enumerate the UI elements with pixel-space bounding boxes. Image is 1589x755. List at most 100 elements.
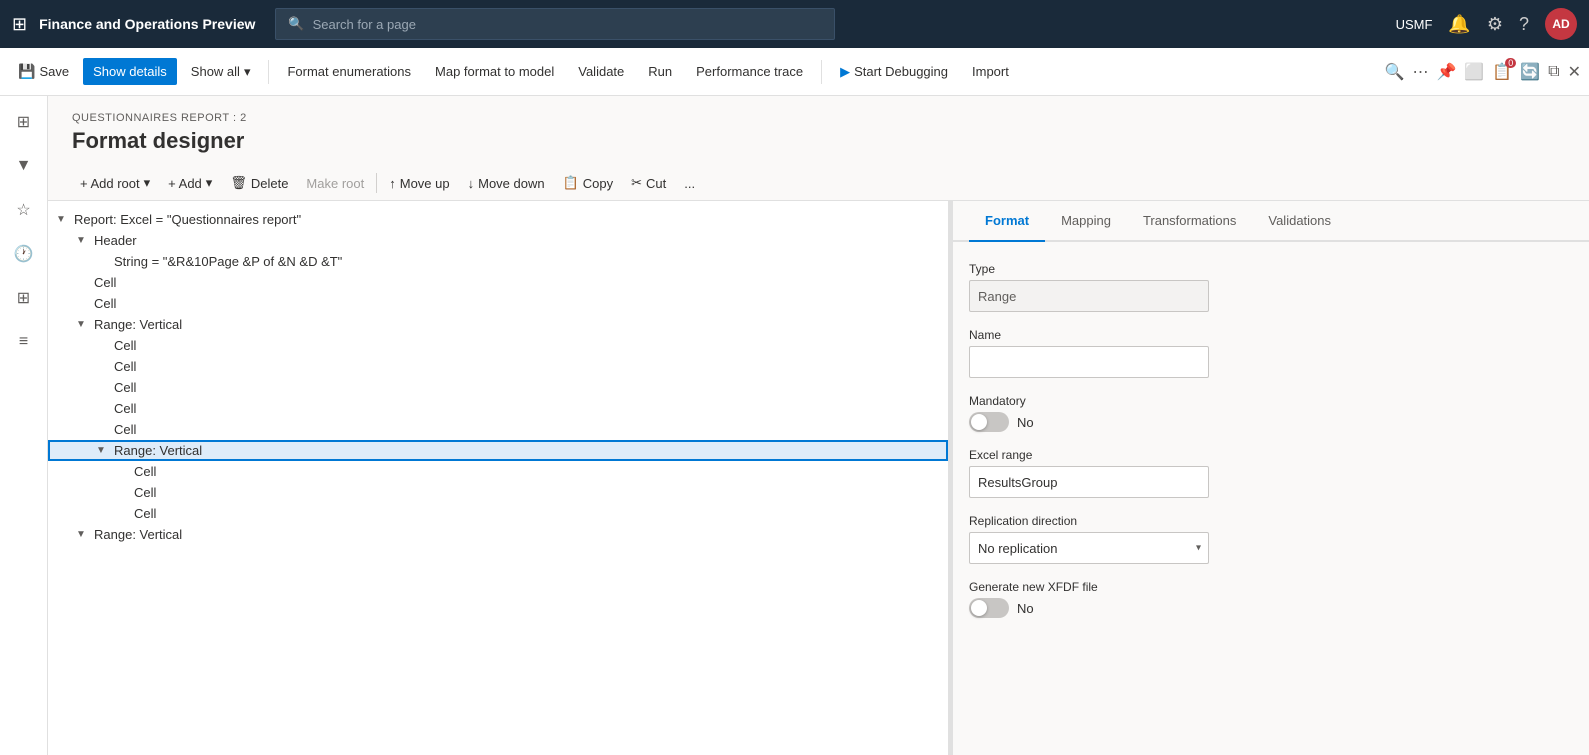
tree-toggle[interactable]: ▼ (76, 319, 92, 330)
start-debugging-button[interactable]: ▶ Start Debugging (830, 58, 958, 86)
mandatory-toggle-label: No (1017, 415, 1034, 430)
add-root-button[interactable]: + Add root ▾ (72, 170, 158, 196)
top-navigation: ⊞ Finance and Operations Preview 🔍 Searc… (0, 0, 1589, 48)
properties-panel: Format Mapping Transformations Validatio… (952, 201, 1589, 755)
tree-row[interactable]: ▼Range: Vertical (48, 524, 948, 545)
save-button[interactable]: 💾 Save (8, 57, 79, 86)
show-details-button[interactable]: Show details (83, 58, 177, 85)
tree-toggle[interactable]: ▼ (96, 445, 112, 456)
type-field: Type (969, 262, 1573, 312)
tree-row[interactable]: ▼Header (48, 230, 948, 251)
tree-row[interactable]: ▼Range: Vertical (48, 314, 948, 335)
tree-row[interactable]: String = "&R&10Page &P of &N &D &T" (48, 251, 948, 272)
copy-button[interactable]: 📋 Copy (555, 170, 622, 196)
make-root-button[interactable]: Make root (298, 171, 372, 196)
move-down-button[interactable]: ↓ Move down (460, 171, 553, 196)
name-label: Name (969, 328, 1573, 342)
tree-row[interactable]: Cell (48, 482, 948, 503)
tree-row[interactable]: ▼Report: Excel = "Questionnaires report" (48, 209, 948, 230)
add-button[interactable]: + Add ▾ (160, 170, 220, 196)
excel-range-field: Excel range (969, 448, 1573, 498)
help-icon[interactable]: ? (1519, 14, 1529, 35)
performance-trace-button[interactable]: Performance trace (686, 58, 813, 85)
tree-item-label: Cell (134, 485, 156, 500)
move-up-icon: ↑ (389, 176, 396, 191)
type-label: Type (969, 262, 1573, 276)
validate-button[interactable]: Validate (568, 58, 634, 85)
mandatory-toggle[interactable] (969, 412, 1009, 432)
tree-panel[interactable]: ▼Report: Excel = "Questionnaires report"… (48, 201, 948, 755)
tree-row[interactable]: ▼Range: Vertical (48, 440, 948, 461)
more-icon[interactable]: ⋯ (1412, 62, 1428, 82)
search-box[interactable]: 🔍 Search for a page (275, 8, 835, 40)
command-bar: 💾 Save Show details Show all ▾ Format en… (0, 48, 1589, 96)
sidebar-icon-list[interactable]: ≡ (6, 324, 42, 360)
name-input[interactable] (969, 346, 1209, 378)
tree-row[interactable]: Cell (48, 293, 948, 314)
cut-button[interactable]: ✂ Cut (623, 170, 674, 196)
properties-tabs: Format Mapping Transformations Validatio… (953, 201, 1589, 242)
search-cmd-icon[interactable]: 🔍 (1385, 62, 1405, 82)
cut-icon: ✂ (631, 175, 642, 191)
sidebar-icon-star[interactable]: ☆ (6, 192, 42, 228)
tab-format[interactable]: Format (969, 201, 1045, 242)
show-all-button[interactable]: Show all ▾ (181, 58, 261, 86)
run-button[interactable]: Run (638, 58, 682, 85)
grid-icon[interactable]: ⊞ (12, 14, 27, 35)
badge-icon[interactable]: 📋0 (1492, 62, 1512, 82)
replication-direction-field: Replication direction No replication Ver… (969, 514, 1573, 564)
sidebar-icon-filter[interactable]: ▼ (6, 148, 42, 184)
tree-item-label: Cell (114, 380, 136, 395)
nav-right: USMF 🔔 ⚙ ? AD (1396, 8, 1577, 40)
add-chevron: ▾ (206, 175, 213, 191)
left-sidebar: ⊞ ▼ ☆ 🕐 ⊞ ≡ (0, 96, 48, 755)
excel-range-input[interactable] (969, 466, 1209, 498)
tree-item-label: Range: Vertical (114, 443, 202, 458)
sidebar-icon-home[interactable]: ⊞ (6, 104, 42, 140)
settings-icon[interactable]: ⚙ (1487, 14, 1503, 35)
map-format-to-model-button[interactable]: Map format to model (425, 58, 564, 85)
tree-row[interactable]: Cell (48, 398, 948, 419)
generate-xfdf-toggle-label: No (1017, 601, 1034, 616)
tree-row[interactable]: Cell (48, 272, 948, 293)
tree-row[interactable]: Cell (48, 335, 948, 356)
tree-row[interactable]: Cell (48, 419, 948, 440)
tree-toggle[interactable]: ▼ (76, 529, 92, 540)
chevron-down-icon: ▾ (244, 64, 251, 80)
name-field: Name (969, 328, 1573, 378)
toggle-knob (971, 414, 987, 430)
pin-icon[interactable]: 📌 (1436, 62, 1456, 82)
add-root-chevron: ▾ (144, 175, 151, 191)
expand-icon[interactable]: ⬜ (1464, 62, 1484, 82)
tab-transformations[interactable]: Transformations (1127, 201, 1252, 242)
tree-toggle[interactable]: ▼ (76, 235, 92, 246)
replication-direction-select[interactable]: No replication Vertical Horizontal (969, 532, 1209, 564)
tree-row[interactable]: Cell (48, 377, 948, 398)
sidebar-icon-clock[interactable]: 🕐 (6, 236, 42, 272)
generate-xfdf-toggle[interactable] (969, 598, 1009, 618)
copy-icon: 📋 (563, 175, 579, 191)
new-window-icon[interactable]: ⧉ (1548, 63, 1559, 81)
tab-validations[interactable]: Validations (1252, 201, 1347, 242)
save-icon: 💾 (18, 63, 35, 80)
sidebar-icon-grid[interactable]: ⊞ (6, 280, 42, 316)
delete-button[interactable]: 🗑 Delete (222, 170, 296, 196)
tab-mapping[interactable]: Mapping (1045, 201, 1127, 242)
tree-toggle[interactable]: ▼ (56, 214, 72, 225)
avatar[interactable]: AD (1545, 8, 1577, 40)
close-icon[interactable]: ✕ (1568, 62, 1581, 82)
tree-item-label: String = "&R&10Page &P of &N &D &T" (114, 254, 342, 269)
refresh-icon[interactable]: 🔄 (1520, 62, 1540, 82)
format-enumerations-button[interactable]: Format enumerations (277, 58, 421, 85)
more-button[interactable]: ... (676, 171, 703, 196)
tree-item-label: Range: Vertical (94, 527, 182, 542)
move-up-button[interactable]: ↑ Move up (381, 171, 457, 196)
tree-row[interactable]: Cell (48, 461, 948, 482)
tree-item-label: Cell (134, 464, 156, 479)
bell-icon[interactable]: 🔔 (1448, 14, 1470, 35)
breadcrumb: QUESTIONNAIRES REPORT : 2 (72, 112, 1565, 124)
tree-row[interactable]: Cell (48, 356, 948, 377)
tree-row[interactable]: Cell (48, 503, 948, 524)
debug-icon: ▶ (840, 64, 850, 80)
import-button[interactable]: Import (962, 58, 1019, 85)
